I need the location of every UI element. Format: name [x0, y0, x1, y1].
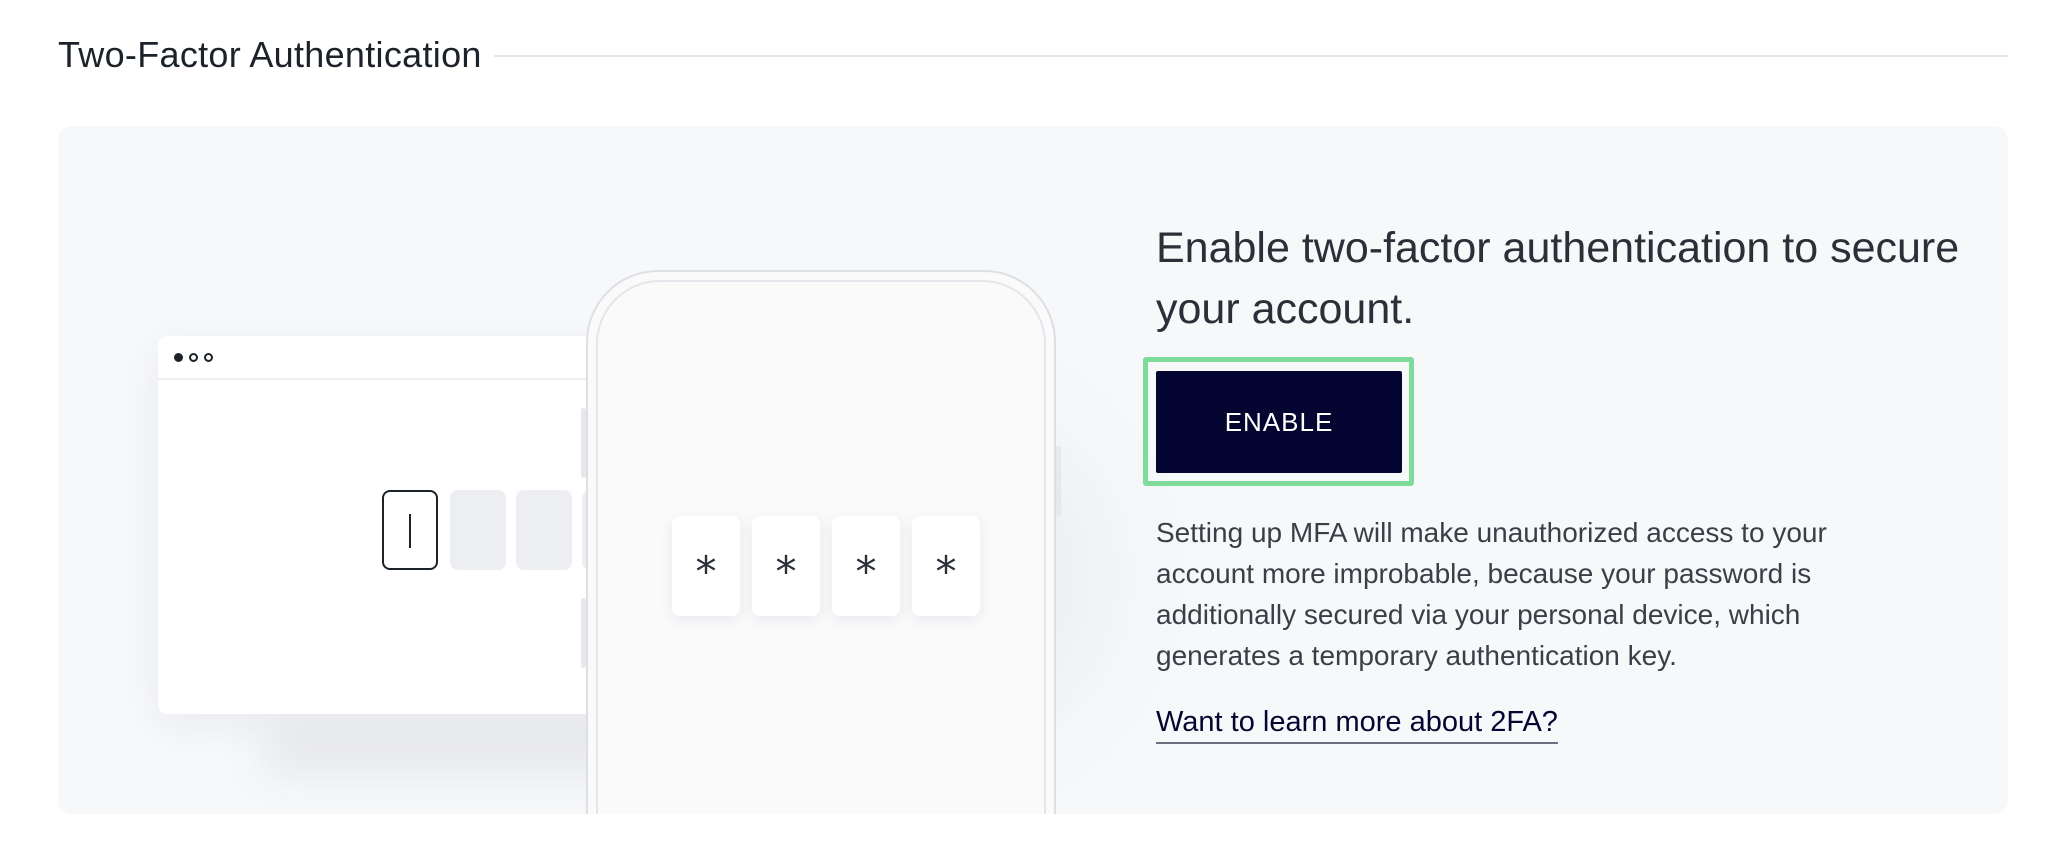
page: Two-Factor Authentication * * * * Enable…: [0, 0, 2062, 868]
phone-side-button: [581, 598, 586, 668]
otp-box: [450, 490, 506, 570]
code-tile: *: [672, 516, 740, 616]
phone-power-button: [1056, 446, 1061, 516]
code-tile: *: [752, 516, 820, 616]
window-dot-hollow-icon: [204, 353, 213, 362]
otp-box-active: [382, 490, 438, 570]
section-header: Two-Factor Authentication: [58, 30, 2008, 80]
enable-button[interactable]: ENABLE: [1156, 371, 1402, 473]
window-dot-filled-icon: [174, 353, 183, 362]
phone-side-button: [581, 408, 586, 478]
mfa-description: Setting up MFA will make unauthorized ac…: [1156, 517, 1827, 671]
otp-box: [516, 490, 572, 570]
window-dot-hollow-icon: [189, 353, 198, 362]
code-tile: *: [832, 516, 900, 616]
section-divider: [493, 55, 2008, 57]
section-title: Two-Factor Authentication: [58, 34, 482, 75]
code-tile: *: [912, 516, 980, 616]
text-cursor-icon: [409, 514, 411, 548]
learn-more-2fa-link[interactable]: Want to learn more about 2FA?: [1156, 704, 1558, 744]
enable-2fa-heading: Enable two-factor authentication to secu…: [1156, 224, 1960, 333]
phone-illustration: [581, 270, 1061, 814]
